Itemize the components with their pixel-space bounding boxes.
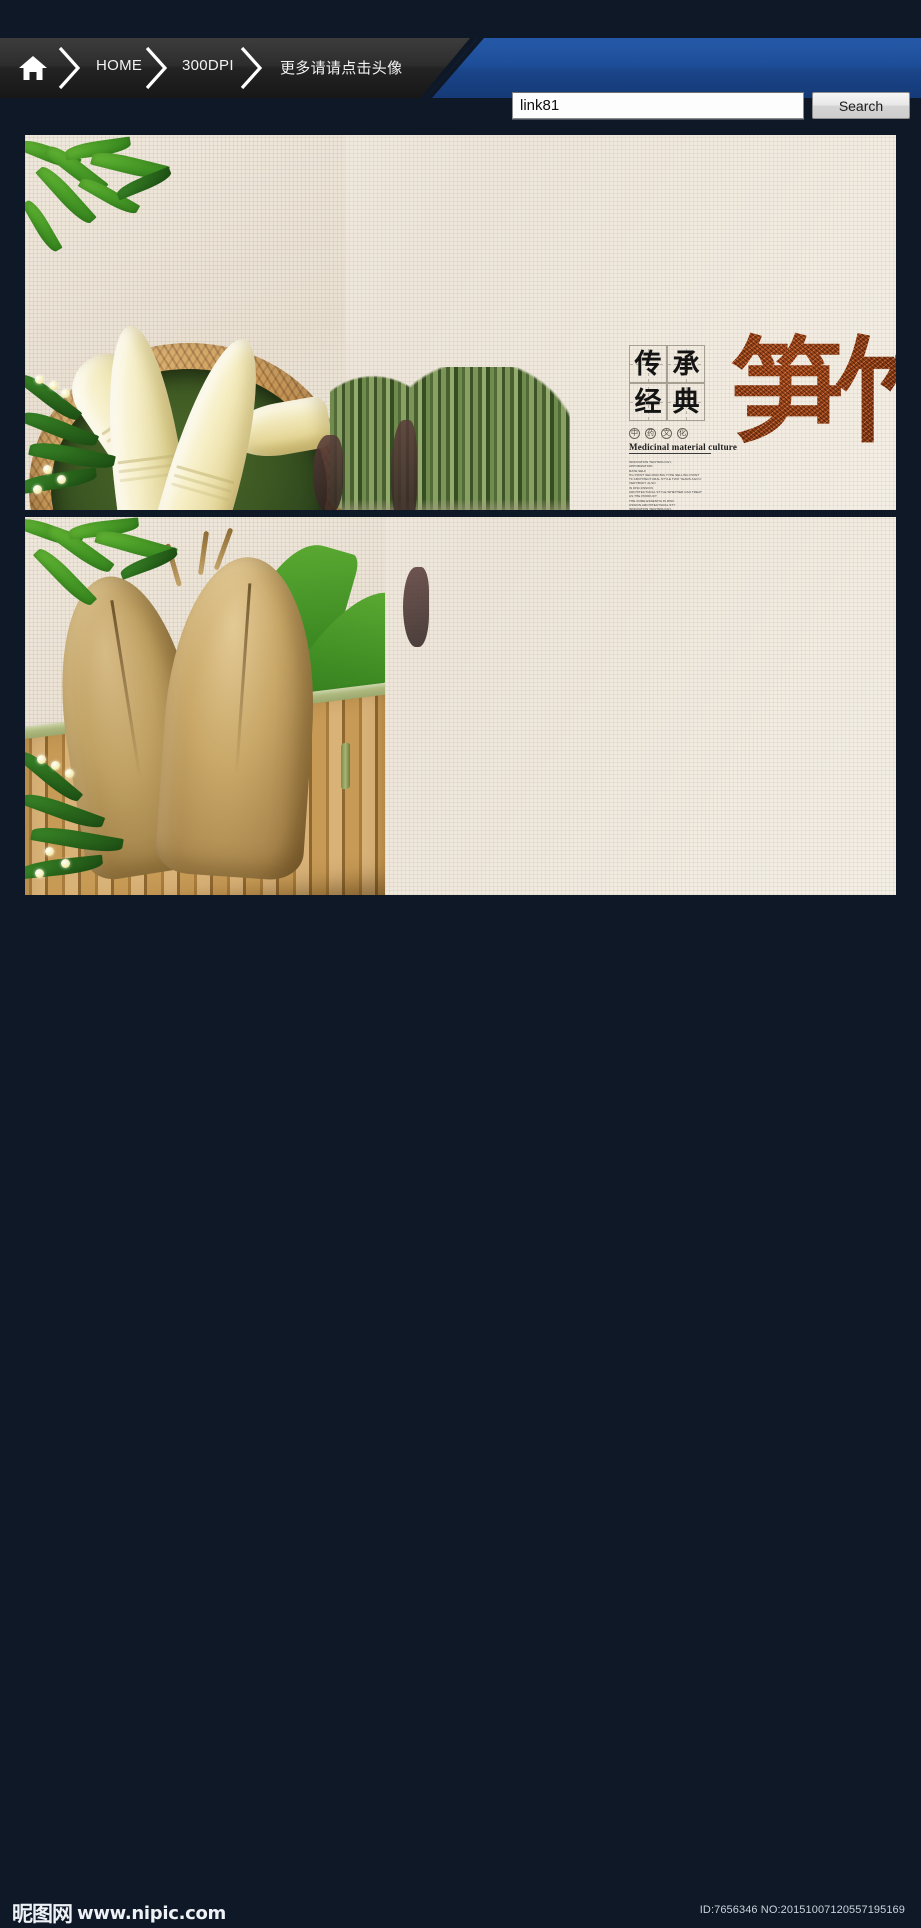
mini-seal-row: 中 药 文 化 <box>629 428 713 439</box>
small-flower <box>65 769 74 778</box>
calligraphy-char: 经 <box>634 386 662 418</box>
small-flower <box>49 381 58 390</box>
calligraphy-character-grid: 传 承 经 典 <box>629 345 713 421</box>
small-flower <box>57 475 66 484</box>
product-photo-husked-shoots <box>25 517 385 895</box>
forest-shadow-patch <box>403 567 429 647</box>
banner-poster-2[interactable]: 传 承 经 典 中 药 文 化 Medicinal material cultu… <box>25 517 896 895</box>
nipic-brand-url: www.nipic.com <box>77 1902 227 1924</box>
asset-id-text: ID:7656346 NO:20151007120557195169 <box>699 1904 905 1916</box>
banner-poster-1[interactable]: 传 承 经 典 中 药 文 化 Medicinal material cultu… <box>25 135 896 510</box>
calligraphy-char: 传 <box>634 348 662 380</box>
small-flower <box>37 755 46 764</box>
small-flower <box>43 465 52 474</box>
small-flower <box>61 859 70 868</box>
product-photo-peeled-shoots <box>25 135 345 510</box>
calligraphy-cell: 承 <box>667 345 705 383</box>
top-navigation-bar: HOME 300DPI 更多请请点击头像 Search <box>0 38 921 119</box>
breadcrumb-item-home[interactable]: HOME <box>96 57 142 74</box>
forest-shadow-patch <box>313 435 343 510</box>
nav-blue-panel <box>426 38 921 98</box>
forest-shadow-patch <box>391 420 417 510</box>
breadcrumb-item-more[interactable]: 更多请请点击头像 <box>280 57 402 78</box>
husk-seam <box>234 582 252 775</box>
small-flower <box>33 485 42 494</box>
small-flower <box>61 389 70 398</box>
chevron-right-icon <box>143 46 169 90</box>
search-button[interactable]: Search <box>812 92 910 119</box>
mini-seal: 化 <box>677 428 688 439</box>
mini-seal: 中 <box>629 428 640 439</box>
footer-bar: 昵图网 www.nipic.com ID:7656346 NO:20151007… <box>0 940 921 1926</box>
chevron-right-icon <box>238 46 264 90</box>
headline-calligraphy: 竹笋 <box>725 331 896 510</box>
bamboo-forest-cutout <box>330 367 570 510</box>
nipic-brand-cn: 昵图网 <box>12 1902 73 1926</box>
small-flower <box>51 761 60 770</box>
small-flower <box>35 375 44 384</box>
fineprint-paragraph: INNOVATION TECHNOLOGY, APPORIZATION RATE… <box>629 460 702 510</box>
shoot-ring-lines <box>175 465 235 485</box>
calligraphy-text-block: 传 承 经 典 中 药 文 化 Medicinal material cultu… <box>629 345 738 510</box>
calligraphy-cell: 经 <box>629 383 667 421</box>
breadcrumb-item-300dpi[interactable]: 300DPI <box>182 57 234 74</box>
calligraphy-cell: 传 <box>629 345 667 383</box>
search-input[interactable] <box>512 92 804 119</box>
calligraphy-char: 典 <box>672 386 700 418</box>
small-flower <box>45 847 54 856</box>
mini-seal: 文 <box>661 428 672 439</box>
nipic-logo[interactable]: 昵图网 www.nipic.com <box>12 1898 226 1928</box>
small-flower <box>35 869 44 878</box>
mini-seal: 药 <box>645 428 656 439</box>
tray-binding <box>341 742 350 790</box>
forest-floor <box>330 499 570 510</box>
chevron-right-icon <box>56 46 82 90</box>
calligraphy-char: 承 <box>672 348 700 380</box>
husk-seam <box>110 600 142 779</box>
shoot-ring-lines <box>117 454 176 465</box>
home-icon[interactable] <box>16 51 50 85</box>
subtitle-english: Medicinal material culture <box>629 442 738 454</box>
calligraphy-cell: 典 <box>667 383 705 421</box>
